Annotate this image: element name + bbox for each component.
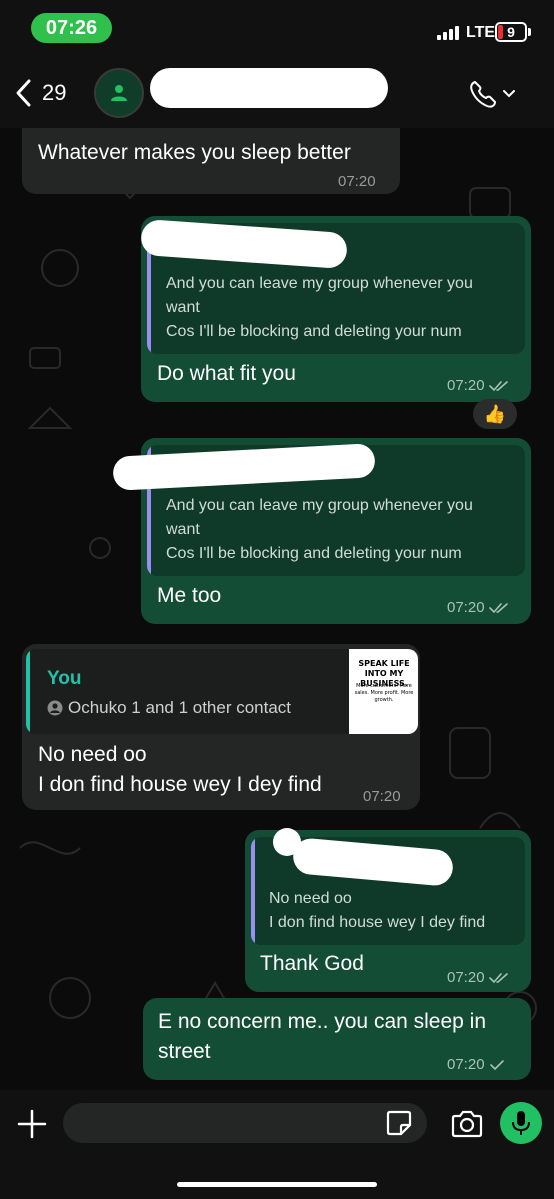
- person-icon: [111, 85, 127, 101]
- back-button[interactable]: 29: [14, 76, 84, 110]
- mic-button[interactable]: [500, 1102, 542, 1144]
- quote-line: want: [166, 299, 200, 316]
- battery-level: 9: [507, 24, 515, 40]
- single-check-icon: [489, 1059, 504, 1070]
- input-bar: [0, 1090, 554, 1199]
- message-time: 07:20: [363, 788, 401, 805]
- message-text: Thank God: [260, 952, 364, 975]
- home-indicator: [177, 1182, 377, 1187]
- quoted-message[interactable]: You Ochuko 1 and 1 other contact SPEAK L…: [26, 649, 418, 734]
- message-text: E no concern me.. you can sleep in: [158, 1010, 487, 1033]
- quote-line: Cos I'll be blocking and deleting your n…: [166, 545, 462, 562]
- message-time: 07:20: [447, 377, 509, 394]
- chevron-down-icon: [503, 90, 515, 98]
- quote-thumbnail: SPEAK LIFE INTO MY BUSINESS. More custom…: [349, 649, 418, 734]
- message-incoming[interactable]: You Ochuko 1 and 1 other contact SPEAK L…: [22, 644, 420, 810]
- call-button[interactable]: [468, 78, 520, 110]
- message-text: No need oo: [38, 743, 147, 766]
- quote-line: Cos I'll be blocking and deleting your n…: [166, 323, 462, 340]
- sticker-icon[interactable]: [385, 1109, 413, 1137]
- message-text: Me too: [157, 584, 222, 607]
- contact-name-redacted[interactable]: [150, 68, 388, 108]
- message-time: 07:20: [447, 1056, 505, 1073]
- message-time: 07:20: [338, 173, 376, 190]
- message-text: Do what fit you: [157, 362, 296, 385]
- message-outgoing[interactable]: And you can leave my group whenever you …: [139, 216, 531, 402]
- quote-author: You: [47, 668, 82, 689]
- message-text: I don find house wey I dey find: [38, 773, 322, 796]
- double-check-icon: [488, 602, 508, 613]
- double-check-icon: [488, 972, 508, 983]
- quote-line: No need oo: [269, 890, 352, 907]
- chevron-left-icon: [16, 79, 31, 107]
- message-outgoing[interactable]: No need oo I don find house wey I dey fi…: [245, 828, 531, 992]
- status-time: 07:26: [31, 13, 112, 43]
- reaction-badge[interactable]: 👍: [473, 399, 517, 429]
- network-type: LTE: [466, 24, 496, 41]
- message-text: Whatever makes you sleep better: [38, 141, 351, 164]
- message-time: 07:20: [447, 599, 509, 616]
- message-incoming[interactable]: Whatever makes you sleep better 07:20: [22, 128, 400, 194]
- person-icon: [47, 700, 63, 716]
- message-text: street: [158, 1040, 211, 1063]
- quote-meta: Ochuko 1 and 1 other contact: [68, 698, 292, 717]
- status-bar: 07:26 LTE 9: [0, 0, 554, 56]
- message-time: 07:20: [447, 969, 509, 986]
- quote-line: And you can leave my group whenever you: [166, 275, 473, 292]
- quote-line: want: [166, 521, 200, 538]
- mic-icon: [512, 1111, 530, 1135]
- message-outgoing[interactable]: E no concern me.. you can sleep in stree…: [143, 998, 531, 1080]
- battery-icon: 9: [495, 22, 527, 42]
- signal-icon: [437, 26, 461, 40]
- message-input[interactable]: [63, 1103, 427, 1143]
- quote-line: I don find house wey I dey find: [269, 914, 486, 931]
- chat-header: 29: [0, 56, 554, 128]
- chat-area[interactable]: Whatever makes you sleep better 07:20 An…: [0, 128, 554, 1090]
- plus-icon[interactable]: [16, 1108, 48, 1140]
- phone-icon: [470, 81, 496, 108]
- double-check-icon: [488, 380, 508, 391]
- avatar[interactable]: [94, 68, 144, 118]
- camera-icon[interactable]: [450, 1110, 484, 1138]
- quote-line: And you can leave my group whenever you: [166, 497, 473, 514]
- unread-count: 29: [42, 80, 67, 105]
- message-outgoing[interactable]: And you can leave my group whenever you …: [112, 438, 531, 624]
